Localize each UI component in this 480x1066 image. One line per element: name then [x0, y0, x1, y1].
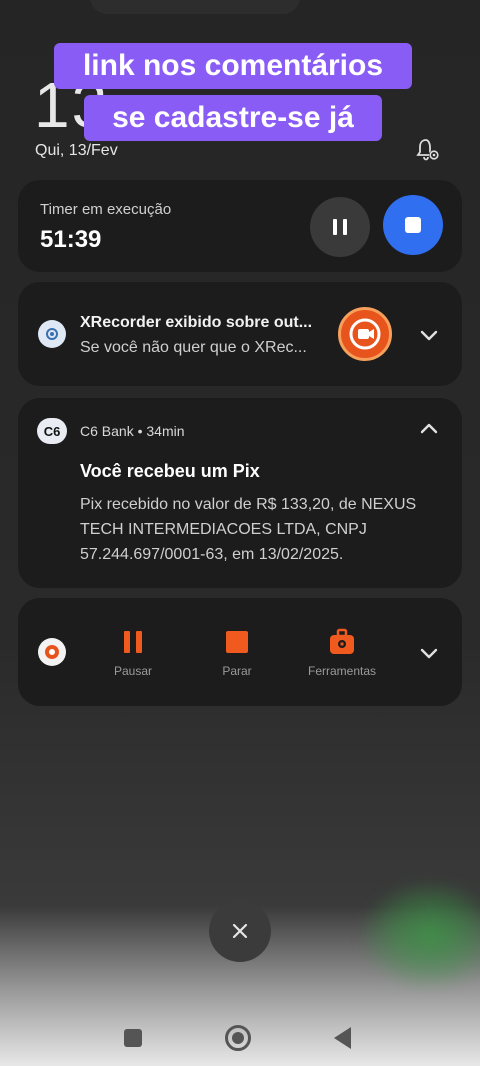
pause-icon — [124, 631, 142, 653]
stop-recording-button[interactable]: Parar — [192, 628, 282, 678]
clear-all-button[interactable] — [209, 900, 271, 962]
notification-title: XRecorder exibido sobre out... — [80, 314, 313, 331]
recents-button[interactable] — [124, 1029, 142, 1047]
promo-line-2: se cadastre-se já — [84, 95, 382, 141]
xrecorder-logo — [338, 307, 392, 361]
navigation-bar — [0, 1010, 480, 1066]
stop-label: Parar — [222, 664, 252, 678]
lockscreen-date: Qui, 13/Fev — [35, 142, 118, 159]
promo-line-1: link nos comentários — [54, 43, 412, 89]
timer-notification[interactable]: Timer em execução 51:39 — [18, 180, 462, 272]
pause-label: Pausar — [113, 664, 153, 678]
c6-bank-notification[interactable]: C6 C6 Bank • 34min Você recebeu um Pix P… — [18, 398, 462, 588]
notification-app-info: C6 Bank • 34min — [80, 423, 185, 439]
close-icon — [232, 923, 248, 939]
stop-icon — [226, 631, 248, 653]
chevron-down-icon[interactable] — [418, 642, 440, 664]
xrecorder-app-icon — [38, 638, 66, 666]
pause-recording-button[interactable]: Pausar — [88, 628, 178, 678]
camera-icon — [349, 318, 381, 350]
c6-bank-logo: C6 — [37, 418, 67, 444]
tools-label: Ferramentas — [307, 664, 377, 678]
gear-icon — [46, 328, 58, 340]
recorder-controls-notification[interactable]: Pausar Parar Ferramentas — [18, 598, 462, 706]
notification-body: Se você não quer que o XRec... — [80, 339, 307, 356]
recorder-icon — [45, 645, 59, 659]
chevron-up-icon[interactable] — [418, 418, 440, 440]
notification-title: Você recebeu um Pix — [80, 461, 260, 481]
timer-label: Timer em execução — [40, 201, 172, 218]
timer-pause-button[interactable] — [310, 197, 370, 257]
stop-icon — [405, 217, 421, 233]
home-button[interactable] — [225, 1025, 251, 1051]
system-app-icon — [38, 320, 66, 348]
xrecorder-notification[interactable]: XRecorder exibido sobre out... Se você n… — [18, 282, 462, 386]
status-pill — [90, 0, 300, 14]
back-button[interactable] — [334, 1027, 351, 1049]
timer-stop-button[interactable] — [383, 195, 443, 255]
timer-value: 51:39 — [40, 226, 102, 253]
floating-bubble-blur — [360, 880, 480, 990]
tools-button[interactable]: Ferramentas — [297, 628, 387, 678]
toolbox-icon — [330, 628, 354, 654]
pause-icon — [333, 219, 347, 235]
notification-settings-icon[interactable] — [414, 136, 442, 164]
chevron-down-icon[interactable] — [418, 324, 440, 346]
notification-body: Pix recebido no valor de R$ 133,20, de N… — [80, 496, 417, 563]
